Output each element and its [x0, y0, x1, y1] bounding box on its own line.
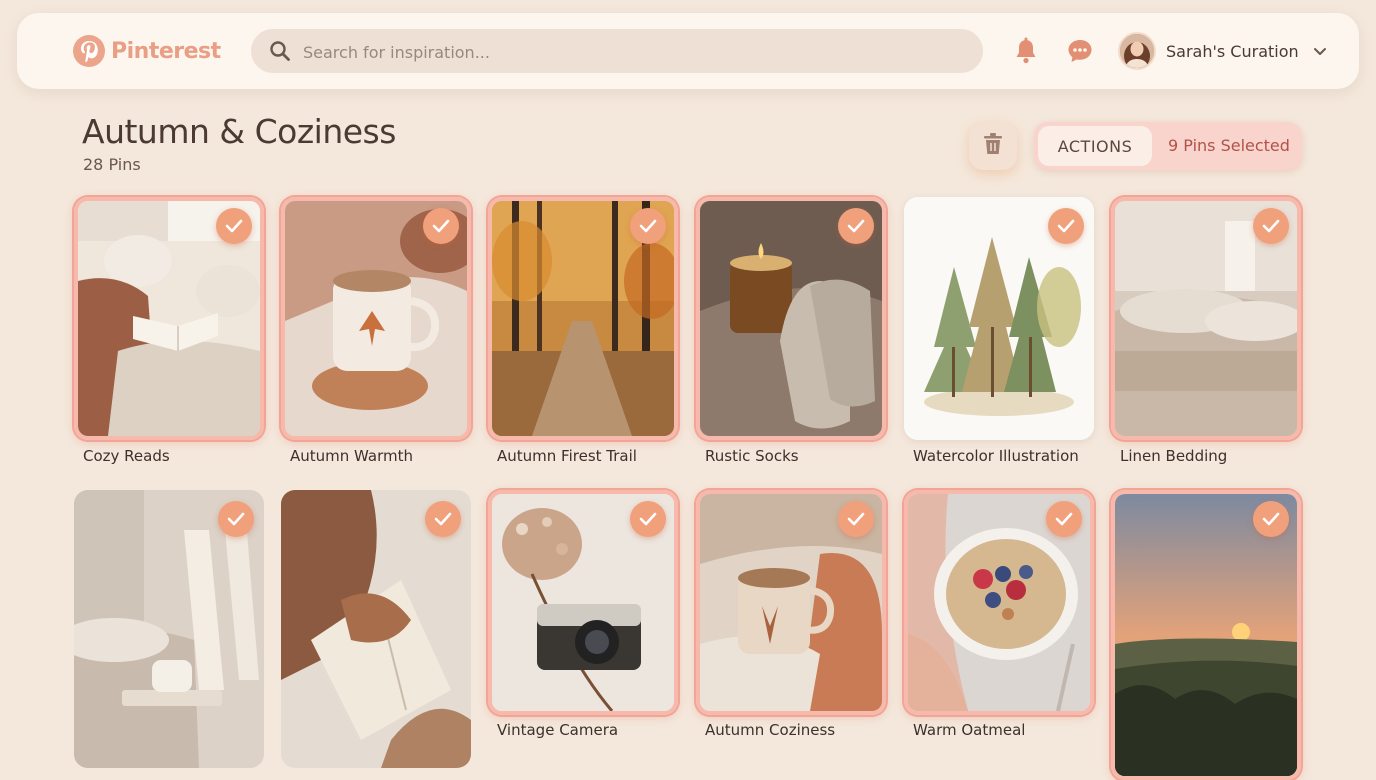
delete-button[interactable] [969, 122, 1017, 170]
pinterest-logo-text: Pinterest [111, 38, 221, 64]
selected-check-icon[interactable] [630, 501, 666, 537]
pin-caption: Autumn Coziness [705, 721, 836, 739]
avatar[interactable] [1118, 32, 1156, 70]
selected-check-icon[interactable] [423, 208, 459, 244]
pin-caption: Watercolor Illustration [913, 447, 1079, 465]
search-icon [269, 40, 291, 66]
pinterest-logo[interactable]: Pinterest [73, 35, 221, 67]
selected-check-icon[interactable] [838, 501, 874, 537]
board-title: Autumn & Coziness [82, 112, 396, 151]
pin-caption: Cozy Reads [83, 447, 170, 465]
pinterest-logo-icon [73, 35, 105, 67]
selected-check-icon[interactable] [218, 501, 254, 537]
selected-check-icon[interactable] [425, 501, 461, 537]
selected-count: 9 Pins Selected [1168, 136, 1290, 155]
selected-check-icon[interactable] [838, 208, 874, 244]
selected-check-icon[interactable] [630, 208, 666, 244]
pin-caption: Rustic Socks [705, 447, 799, 465]
user-menu[interactable]: Sarah's Curation [1118, 32, 1327, 70]
top-navigation-bar: Pinterest Sarah's Curation [17, 13, 1359, 89]
selection-actions-group: ACTIONS 9 Pins Selected [1034, 122, 1302, 170]
search-input[interactable] [301, 29, 965, 75]
chat-icon[interactable] [1066, 37, 1094, 69]
pin-caption: Warm Oatmeal [913, 721, 1026, 739]
pin-caption: Vintage Camera [497, 721, 619, 739]
trash-icon [982, 132, 1004, 160]
selected-check-icon[interactable] [1048, 208, 1084, 244]
actions-button[interactable]: ACTIONS [1038, 126, 1152, 166]
pin-caption: Autumn Firest Trail [497, 447, 637, 465]
user-name: Sarah's Curation [1166, 41, 1299, 61]
pin-caption: Linen Bedding [1120, 447, 1228, 465]
selected-check-icon[interactable] [1046, 501, 1082, 537]
selected-check-icon[interactable] [1253, 501, 1289, 537]
search-bar[interactable] [251, 29, 983, 75]
bell-icon[interactable] [1013, 37, 1039, 69]
selected-check-icon[interactable] [1253, 208, 1289, 244]
pin-caption: Autumn Warmth [290, 447, 414, 465]
selected-check-icon[interactable] [216, 208, 252, 244]
pin-count: 28 Pins [83, 155, 141, 174]
chevron-down-icon[interactable] [1313, 42, 1327, 61]
